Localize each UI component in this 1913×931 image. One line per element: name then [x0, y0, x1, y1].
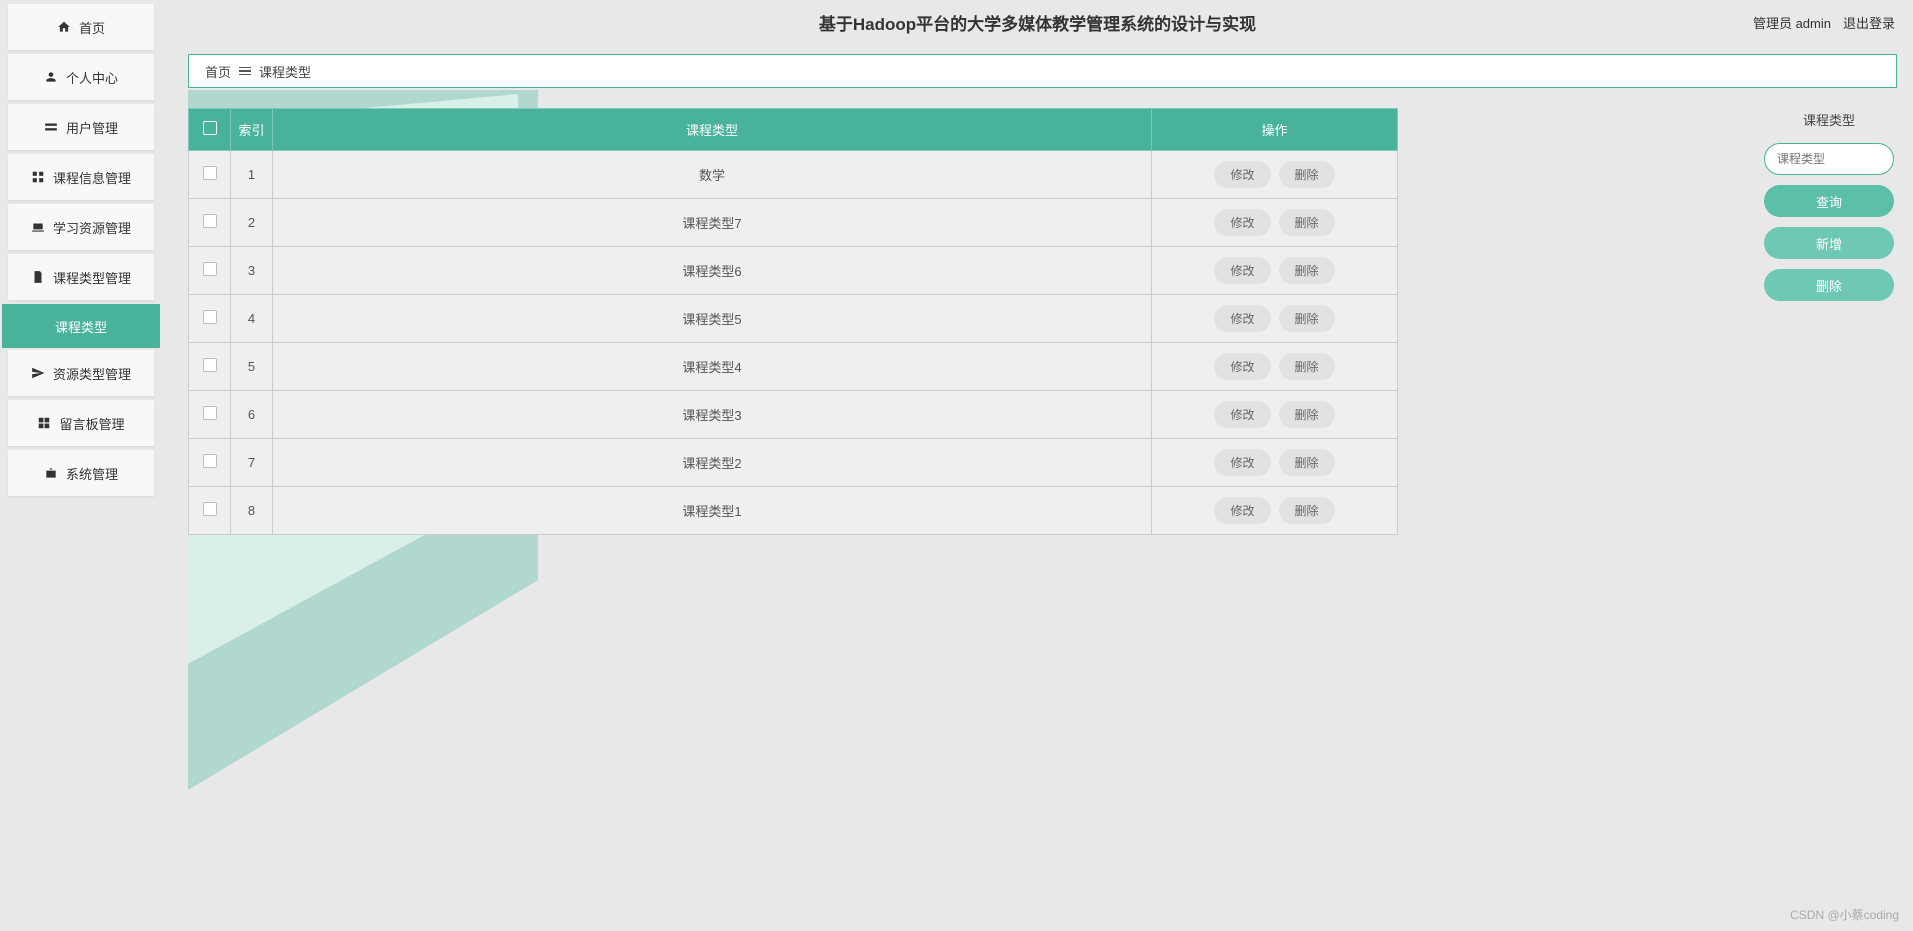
breadcrumb-current: 课程类型	[259, 62, 311, 81]
person-icon	[44, 70, 58, 84]
edit-button[interactable]: 修改	[1214, 497, 1270, 524]
sidebar-item-restype[interactable]: 资源类型管理	[8, 350, 154, 396]
checkbox-all[interactable]	[203, 121, 217, 135]
sidebar-item-label: 首页	[79, 18, 105, 37]
cell-type: 课程类型3	[273, 391, 1152, 439]
cell-index: 1	[231, 151, 273, 199]
page-title: 基于Hadoop平台的大学多媒体教学管理系统的设计与实现	[819, 10, 1256, 35]
row-delete-button[interactable]: 删除	[1279, 209, 1335, 236]
sidebar-item-users[interactable]: 用户管理	[8, 104, 154, 150]
cell-type: 课程类型1	[273, 487, 1152, 535]
breadcrumb: 首页 课程类型	[188, 54, 1897, 88]
table-row: 1数学 修改删除	[189, 151, 1398, 199]
edit-button[interactable]: 修改	[1214, 449, 1270, 476]
briefcase-icon	[44, 466, 58, 480]
row-delete-button[interactable]: 删除	[1279, 449, 1335, 476]
th-index: 索引	[231, 109, 273, 151]
row-delete-button[interactable]: 删除	[1279, 353, 1335, 380]
sidebar-item-label: 课程信息管理	[53, 168, 131, 187]
users-icon	[44, 120, 58, 134]
home-icon	[57, 20, 71, 34]
breadcrumb-home[interactable]: 首页	[205, 62, 231, 81]
cell-type: 课程类型7	[273, 199, 1152, 247]
table-row: 6课程类型3 修改删除	[189, 391, 1398, 439]
table-row: 3课程类型6 修改删除	[189, 247, 1398, 295]
table-row: 7课程类型2 修改删除	[189, 439, 1398, 487]
row-checkbox[interactable]	[203, 454, 217, 468]
add-button[interactable]: 新增	[1764, 227, 1894, 259]
cell-index: 2	[231, 199, 273, 247]
row-delete-button[interactable]: 删除	[1279, 305, 1335, 332]
row-delete-button[interactable]: 删除	[1279, 161, 1335, 188]
cell-type: 课程类型5	[273, 295, 1152, 343]
sidebar-item-label: 留言板管理	[59, 414, 124, 433]
doc-icon	[31, 270, 45, 284]
sidebar-item-label: 个人中心	[66, 68, 118, 87]
sidebar-item-studyres[interactable]: 学习资源管理	[8, 204, 154, 250]
cell-index: 5	[231, 343, 273, 391]
sidebar-item-label: 课程类型管理	[53, 268, 131, 287]
row-checkbox[interactable]	[203, 310, 217, 324]
side-panel: 课程类型 查询 新增 删除	[1761, 94, 1897, 931]
row-checkbox[interactable]	[203, 166, 217, 180]
edit-button[interactable]: 修改	[1214, 161, 1270, 188]
laptop-icon	[31, 220, 45, 234]
sidebar-item-board[interactable]: 留言板管理	[8, 400, 154, 446]
menu-icon	[239, 67, 251, 76]
sidebar-item-home[interactable]: 首页	[8, 4, 154, 50]
edit-button[interactable]: 修改	[1214, 353, 1270, 380]
row-checkbox[interactable]	[203, 406, 217, 420]
cell-index: 3	[231, 247, 273, 295]
sidebar-item-label: 资源类型管理	[53, 364, 131, 383]
sidebar-sub-coursetype[interactable]: 课程类型	[2, 304, 160, 348]
sidebar-sub-label: 课程类型	[55, 317, 107, 336]
cell-index: 4	[231, 295, 273, 343]
header: 基于Hadoop平台的大学多媒体教学管理系统的设计与实现 管理员 admin 退…	[162, 0, 1913, 44]
cell-index: 8	[231, 487, 273, 535]
row-checkbox[interactable]	[203, 214, 217, 228]
row-delete-button[interactable]: 删除	[1279, 257, 1335, 284]
sidebar-item-profile[interactable]: 个人中心	[8, 54, 154, 100]
sidebar-item-label: 系统管理	[66, 464, 118, 483]
grid-icon	[31, 170, 45, 184]
user-label[interactable]: 管理员 admin	[1753, 13, 1831, 32]
row-delete-button[interactable]: 删除	[1279, 497, 1335, 524]
table-row: 4课程类型5 修改删除	[189, 295, 1398, 343]
cell-index: 7	[231, 439, 273, 487]
edit-button[interactable]: 修改	[1214, 257, 1270, 284]
edit-button[interactable]: 修改	[1214, 209, 1270, 236]
edit-button[interactable]: 修改	[1214, 305, 1270, 332]
row-checkbox[interactable]	[203, 262, 217, 276]
cell-index: 6	[231, 391, 273, 439]
row-delete-button[interactable]: 删除	[1279, 401, 1335, 428]
sidebar-item-courseinfo[interactable]: 课程信息管理	[8, 154, 154, 200]
row-checkbox[interactable]	[203, 502, 217, 516]
table-row: 8课程类型1 修改删除	[189, 487, 1398, 535]
cell-type: 数学	[273, 151, 1152, 199]
search-button[interactable]: 查询	[1764, 185, 1894, 217]
cell-type: 课程类型2	[273, 439, 1152, 487]
board-icon	[37, 416, 51, 430]
cell-type: 课程类型6	[273, 247, 1152, 295]
th-type: 课程类型	[273, 109, 1152, 151]
sidebar-item-coursetype[interactable]: 课程类型管理	[8, 254, 154, 300]
plane-icon	[31, 366, 45, 380]
logout-link[interactable]: 退出登录	[1843, 13, 1895, 32]
sidebar-item-label: 用户管理	[66, 118, 118, 137]
row-checkbox[interactable]	[203, 358, 217, 372]
edit-button[interactable]: 修改	[1214, 401, 1270, 428]
sidebar: 首页 个人中心 用户管理 课程信息管理 学习资源管理 课程类型管理 课程类型 资…	[0, 0, 162, 931]
sidebar-item-system[interactable]: 系统管理	[8, 450, 154, 496]
search-input[interactable]	[1764, 143, 1894, 175]
watermark: CSDN @小蔡coding	[1790, 906, 1899, 923]
panel-title: 课程类型	[1803, 110, 1855, 129]
table-row: 5课程类型4 修改删除	[189, 343, 1398, 391]
table-row: 2课程类型7 修改删除	[189, 199, 1398, 247]
cell-type: 课程类型4	[273, 343, 1152, 391]
th-action: 操作	[1152, 109, 1398, 151]
delete-button[interactable]: 删除	[1764, 269, 1894, 301]
sidebar-item-label: 学习资源管理	[53, 218, 131, 237]
data-table: 索引 课程类型 操作 1数学修改删除2课程类型7修改删除3课程类型6修改删除4课…	[188, 108, 1398, 535]
